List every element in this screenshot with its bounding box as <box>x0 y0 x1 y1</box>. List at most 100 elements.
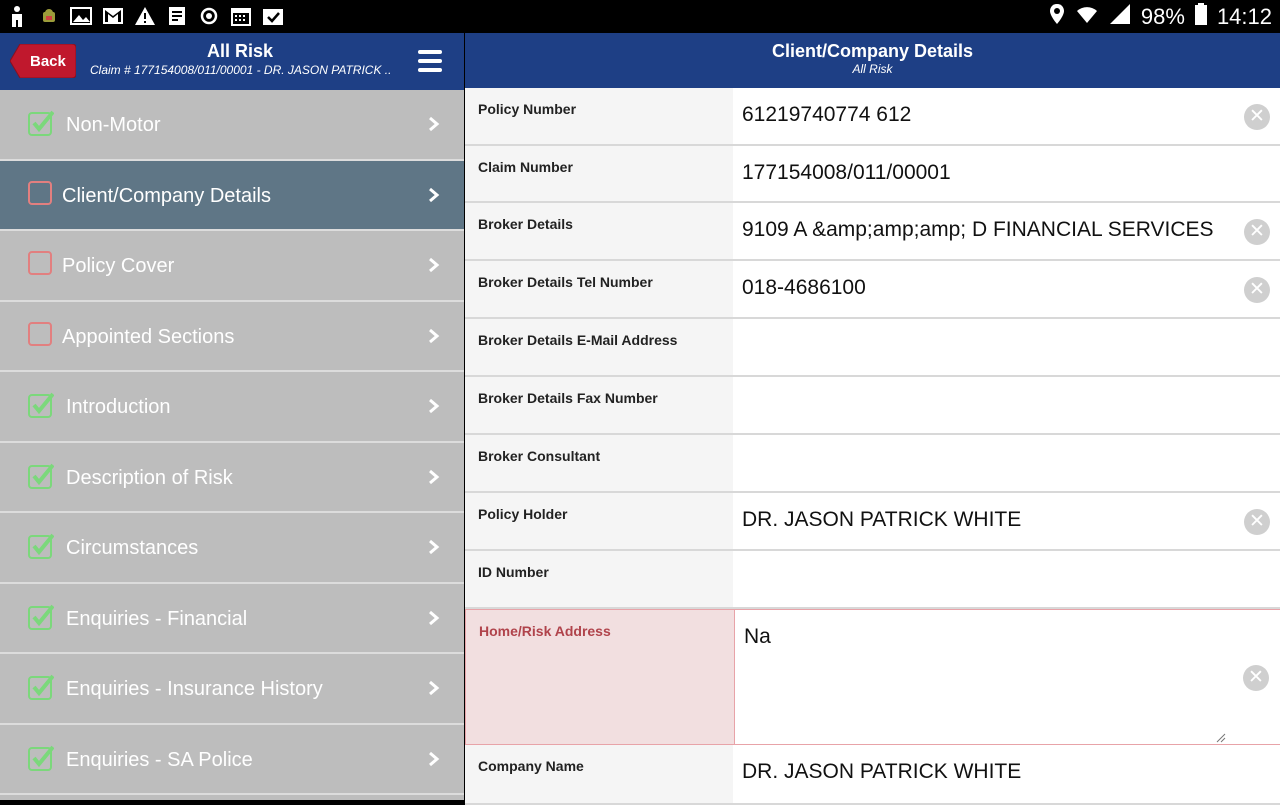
field-value: DR. JASON PATRICK WHITE <box>742 508 1022 531</box>
chevron-right-icon <box>428 538 440 556</box>
clock: 14:12 <box>1216 3 1272 29</box>
details-form: Policy Number 61219740774 612 ✕ Claim Numbe… <box>465 88 1280 805</box>
form-row: Policy Number 61219740774 612 ✕ <box>465 88 1280 146</box>
page-title: Client/Company Details <box>771 41 974 61</box>
nav-item-label: Policy Cover <box>62 255 175 277</box>
status-bar: 98% 14:12 <box>0 0 1280 33</box>
chevron-right-icon <box>428 679 440 697</box>
nav-item-label: Enquiries - Financial <box>66 607 248 630</box>
field-input[interactable]: 9109 A &amp;amp;amp; D FINANCIAL SERVICE… <box>733 203 1280 259</box>
menu-icon[interactable] <box>418 50 442 72</box>
field-input[interactable] <box>733 319 1280 375</box>
form-row: Company Name DR. JASON PATRICK WHITE <box>465 745 1280 805</box>
field-input[interactable] <box>733 551 1280 607</box>
checkmark-icon <box>28 604 55 630</box>
field-input[interactable] <box>733 435 1280 491</box>
field-label: ID Number <box>478 564 549 580</box>
clear-icon[interactable]: ✕ <box>1244 509 1270 535</box>
form-row: Claim Number 177154008/011/00001 <box>465 146 1280 203</box>
right-header: Client/Company Details All Risk <box>465 33 1280 88</box>
field-label: Claim Number <box>478 159 573 175</box>
form-row: ID Number <box>465 551 1280 609</box>
chevron-right-icon <box>428 256 440 274</box>
sync-icon <box>198 5 220 27</box>
chevron-right-icon <box>428 397 440 415</box>
field-input[interactable]: DR. JASON PATRICK WHITE <box>733 745 1280 803</box>
clipboard-check-icon <box>262 5 284 27</box>
battery-percent: 98% <box>1140 3 1185 29</box>
resize-handle-icon[interactable] <box>1216 730 1226 743</box>
field-input[interactable] <box>733 377 1280 433</box>
field-label: Broker Details Tel Number <box>478 274 653 290</box>
nav-item[interactable]: Appointed Sections <box>0 301 464 372</box>
form-row: Broker Details Fax Number <box>465 377 1280 435</box>
field-value: 177154008/011/00001 <box>742 161 951 184</box>
chevron-right-icon <box>428 327 440 345</box>
nav-item[interactable]: Non-Motor <box>0 90 464 161</box>
clear-icon[interactable]: ✕ <box>1244 219 1270 245</box>
checkbox-icon <box>28 180 52 205</box>
section-nav-panel: Back All Risk Claim # 177154008/011/0000… <box>0 33 464 800</box>
page-subtitle: All Risk <box>852 62 893 76</box>
image-icon <box>70 5 92 27</box>
checkmark-icon <box>28 110 55 136</box>
nav-item[interactable]: Policy Cover <box>0 231 464 302</box>
gmail-icon <box>102 5 124 27</box>
clear-icon[interactable]: ✕ <box>1244 277 1270 303</box>
field-value: 9109 A &amp;amp;amp; D FINANCIAL SERVICE… <box>742 218 1214 241</box>
nav-item-label: Enquiries - Insurance History <box>66 678 323 700</box>
document-icon <box>166 5 188 27</box>
chevron-right-icon <box>428 468 440 486</box>
field-value: 018-4686100 <box>742 276 866 299</box>
section-list: Non-Motor Client/Company Details Policy Co… <box>0 90 464 795</box>
nav-item-label: Description of Risk <box>66 466 233 489</box>
location-icon <box>1049 3 1065 31</box>
clear-icon[interactable]: ✕ <box>1244 104 1270 130</box>
address-textarea[interactable]: Na <box>734 610 1280 744</box>
field-value: Na <box>744 625 771 648</box>
person-icon <box>6 5 28 27</box>
field-label: Policy Holder <box>478 506 568 522</box>
nav-item-label: Non-Motor <box>66 114 161 136</box>
field-label: Broker Details E-Mail Address <box>478 332 678 348</box>
field-input[interactable]: 61219740774 612 <box>733 88 1280 144</box>
field-label: Broker Details <box>478 216 573 232</box>
field-input[interactable]: 018-4686100 <box>733 261 1280 317</box>
nav-item[interactable]: Enquiries - Insurance History <box>0 654 464 725</box>
form-row: Broker Consultant <box>465 435 1280 493</box>
form-row: Policy Holder DR. JASON PATRICK WHITE ✕ <box>465 493 1280 551</box>
checkbox-icon <box>28 321 52 346</box>
form-row: Broker Details 9109 A &amp;amp;amp; D FIN… <box>465 203 1280 261</box>
field-label: Broker Consultant <box>478 448 601 464</box>
checkmark-icon <box>28 745 55 771</box>
nav-item-label: Enquiries - SA Police <box>66 748 253 771</box>
nav-item[interactable]: Enquiries - SA Police <box>0 724 464 795</box>
nav-item[interactable]: Client/Company Details <box>0 160 464 231</box>
wifi-icon <box>1075 3 1099 31</box>
checkmark-icon <box>28 533 55 559</box>
field-value: 61219740774 612 <box>742 103 912 126</box>
chevron-right-icon <box>428 609 440 627</box>
chevron-right-icon <box>428 115 440 133</box>
nav-item-label: Client/Company Details <box>62 184 271 207</box>
battery-icon <box>1194 2 1207 31</box>
field-label: Home/Risk Address <box>479 623 611 639</box>
field-label: Policy Number <box>478 101 577 117</box>
nav-item[interactable]: Description of Risk <box>0 442 464 513</box>
nav-item[interactable]: Circumstances <box>0 513 464 584</box>
nav-item-label: Appointed Sections <box>62 325 235 348</box>
nav-item-label: Introduction <box>66 396 171 418</box>
form-row: Broker Details Tel Number 018-4686100 ✕ <box>465 261 1280 319</box>
field-input[interactable]: 177154008/011/00001 <box>733 146 1280 201</box>
nav-item[interactable]: Enquiries - Financial <box>0 583 464 654</box>
chevron-right-icon <box>428 186 440 204</box>
form-row: Home/Risk Address Na ✕ <box>465 609 1280 745</box>
android-icon <box>38 5 60 27</box>
chevron-right-icon <box>428 750 440 768</box>
field-value: DR. JASON PATRICK WHITE <box>742 760 1022 783</box>
clear-icon[interactable]: ✕ <box>1243 665 1269 691</box>
field-input[interactable]: DR. JASON PATRICK WHITE <box>733 493 1280 549</box>
checkmark-icon <box>28 463 55 489</box>
checkmark-icon <box>28 674 55 700</box>
nav-item[interactable]: Introduction <box>0 372 464 443</box>
